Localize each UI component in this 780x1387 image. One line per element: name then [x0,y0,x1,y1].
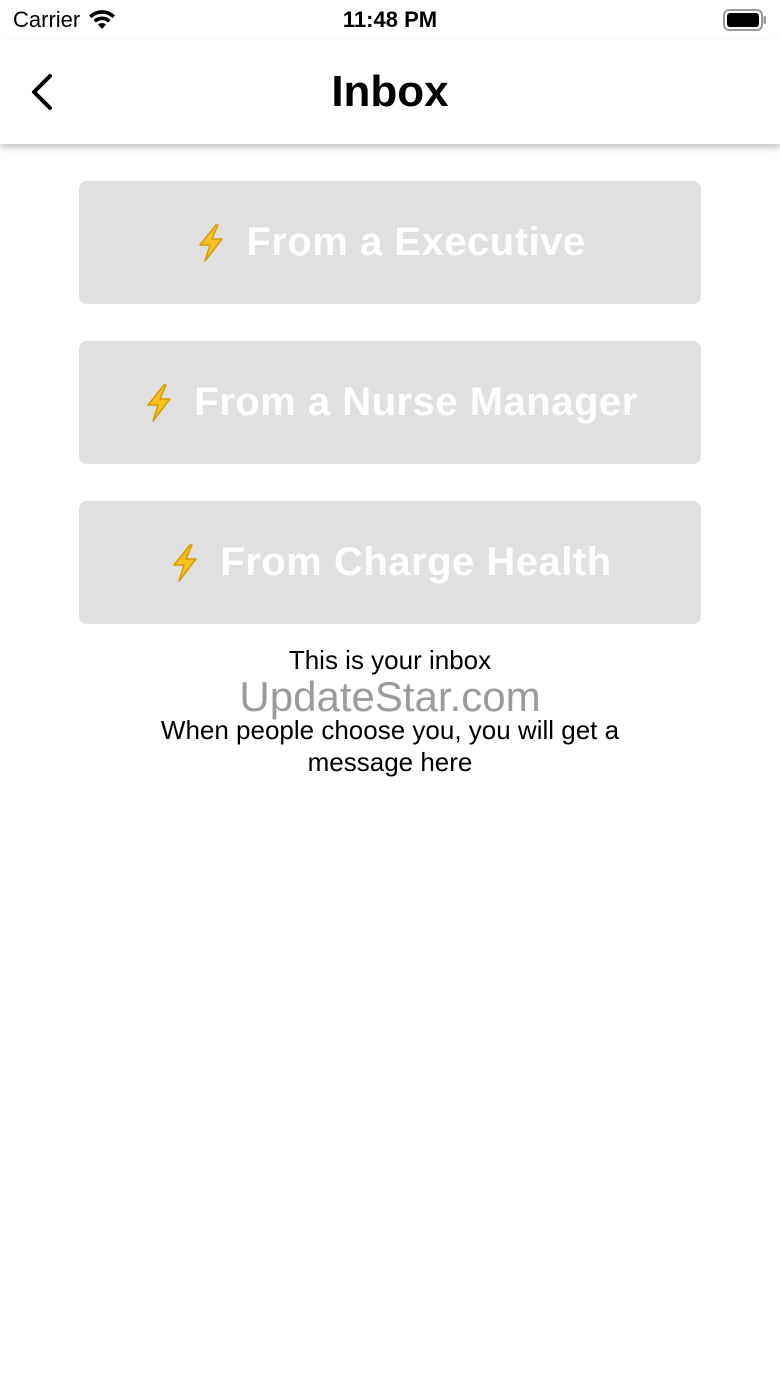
from-executive-button[interactable]: From a Executive [79,181,701,304]
lightning-bolt-icon [199,223,224,262]
battery-icon [723,9,766,31]
lightning-bolt-icon [147,383,172,422]
from-charge-health-button[interactable]: From Charge Health [79,501,701,624]
inbox-screen: Carrier 11:48 PM Inbox From a Executive … [0,0,780,1387]
button-label: From a Nurse Manager [194,380,638,424]
button-label: From Charge Health [220,540,612,584]
inbox-message-text: When people choose you, you will get a m… [160,715,620,777]
lightning-bolt-icon [173,543,198,582]
button-label: From a Executive [246,220,586,264]
navigation-bar: Inbox [0,40,780,144]
from-nurse-manager-button[interactable]: From a Nurse Manager [79,341,701,464]
status-bar: Carrier 11:48 PM [0,0,780,40]
page-title: Inbox [331,67,449,116]
status-time: 11:48 PM [342,7,438,32]
